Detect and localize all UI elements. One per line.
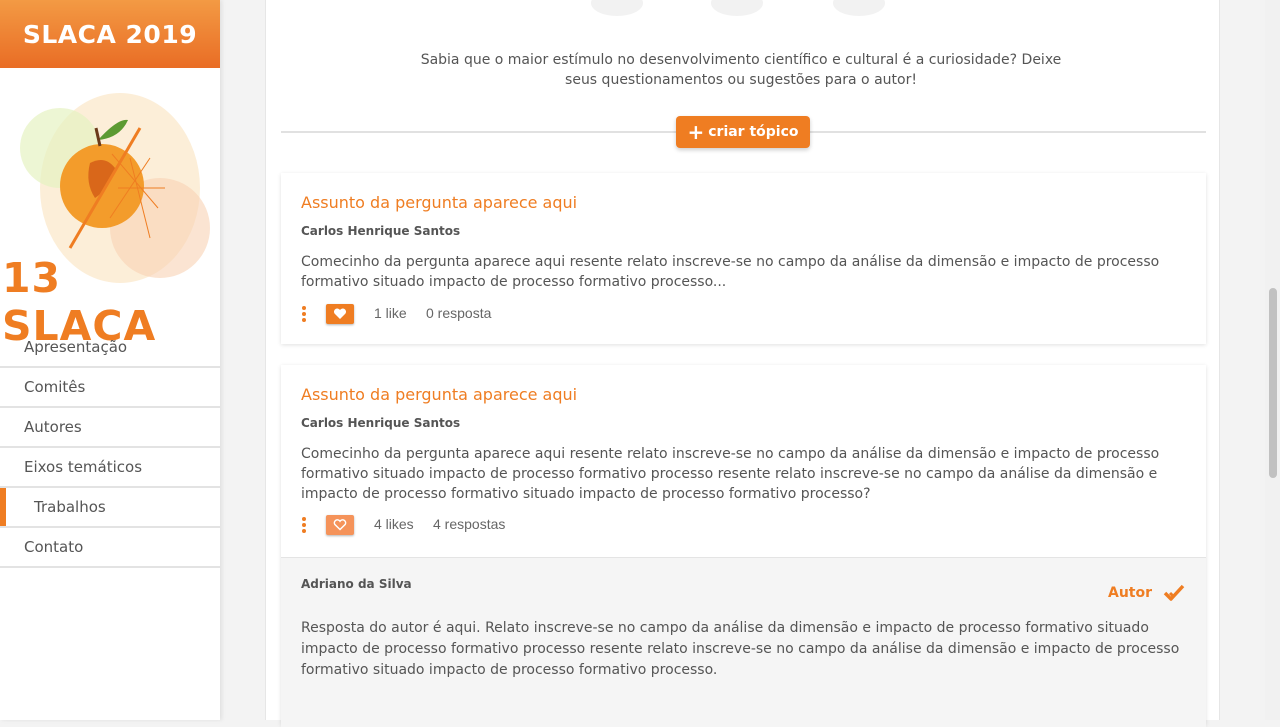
replies-count[interactable]: 4 respostas [433,516,505,532]
brand-header[interactable]: SLACA 2019 [0,0,220,68]
like-button[interactable] [326,304,354,324]
more-vertical-icon[interactable] [301,306,307,322]
reply-body: Resposta do autor é aqui. Relato inscrev… [301,620,1180,678]
topic-card: Assunto da pergunta aparece aqui Carlos … [281,173,1206,344]
more-vertical-icon[interactable] [301,517,307,533]
heart-outline-icon [333,519,347,531]
replies-count[interactable]: 0 resposta [426,305,491,321]
top-icons-row [591,0,891,18]
topic-body: Comecinho da pergunta aparece aqui resen… [301,446,1160,502]
intro-text: Sabia que o maior estímulo no desenvolvi… [420,52,1062,88]
sidebar-item-apresentacao[interactable]: Apresentação [0,328,220,368]
plus-icon: + [687,120,705,144]
like-button[interactable] [326,515,354,535]
scrollbar-thumb[interactable] [1269,288,1277,478]
author-badge: Autor [1108,585,1153,601]
reply-panel: Adriano da Silva Autor Resposta do autor… [281,557,1206,727]
sidebar-item-contato[interactable]: Contato [0,528,220,568]
sidebar-nav: Apresentação Comitês Autores Eixos temát… [0,328,220,568]
sidebar-item-eixos-tematicos[interactable]: Eixos temáticos [0,448,220,488]
tab-icon-2[interactable] [711,0,763,16]
likes-count: 4 likes [374,516,414,532]
page-scrollbar[interactable] [1265,0,1280,720]
create-topic-label: criar tópico [708,124,799,140]
reply-author: Adriano da Silva [301,577,412,591]
sidebar: SLACA 2019 13 SLACA Apresentação Comitês… [0,0,220,720]
topic-title[interactable]: Assunto da pergunta aparece aqui [301,385,577,404]
tab-icon-3[interactable] [833,0,885,16]
topic-actions: 1 like 0 resposta [301,304,701,324]
topic-body: Comecinho da pergunta aparece aqui resen… [301,254,1160,290]
sidebar-item-trabalhos[interactable]: Trabalhos [0,488,220,528]
topic-actions: 4 likes 4 respostas [301,515,701,535]
topic-author: Carlos Henrique Santos [301,224,461,238]
heart-icon [333,308,347,319]
likes-count: 1 like [374,305,407,321]
create-topic-button[interactable]: + criar tópico [676,116,810,148]
topic-author: Carlos Henrique Santos [301,416,461,430]
event-logo: 13 SLACA [0,68,220,350]
sidebar-item-autores[interactable]: Autores [0,408,220,448]
check-icon [1163,584,1185,601]
tab-icon-1[interactable] [591,0,643,16]
main-content: Sabia que o maior estímulo no desenvolvi… [265,0,1220,727]
sidebar-item-comites[interactable]: Comitês [0,368,220,408]
topic-title[interactable]: Assunto da pergunta aparece aqui [301,193,577,212]
